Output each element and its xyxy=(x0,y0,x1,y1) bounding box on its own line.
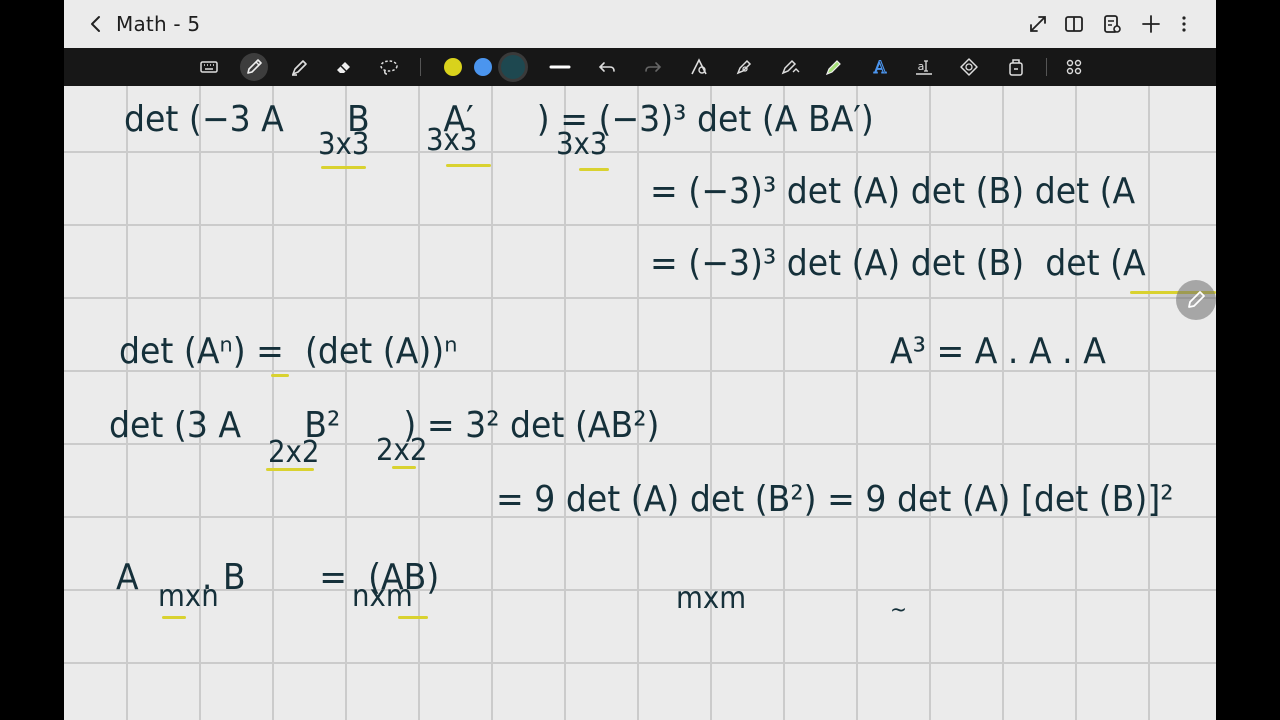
text-icon[interactable]: A xyxy=(868,55,892,79)
subscript-mxm: mxm xyxy=(676,581,747,616)
subscript-nxm: nxm xyxy=(352,579,413,614)
subscript-2x2-a: 2x2 xyxy=(268,435,320,470)
pen-icon[interactable] xyxy=(240,53,268,81)
subscript-3x3-a: 3x3 xyxy=(318,127,370,162)
pen-toolbar: A a xyxy=(64,48,1216,86)
color-teal-swatch-selected[interactable] xyxy=(501,55,525,79)
highlighter-icon[interactable] xyxy=(287,55,311,79)
add-page-icon[interactable] xyxy=(1139,12,1163,36)
image-icon[interactable] xyxy=(1004,55,1028,79)
expand-icon[interactable] xyxy=(1026,12,1050,36)
shape-icon[interactable] xyxy=(687,55,711,79)
note-app: Math - 5 A a det (−3 A B A′) = (−3)³ de… xyxy=(64,0,1216,720)
handwritten-line-7: = 9 det (A) det (B²) = 9 det (A) [det (B… xyxy=(496,479,1174,520)
subscript-3x3-c: 3x3 xyxy=(556,127,608,162)
color-blue-swatch[interactable] xyxy=(474,58,492,76)
highlight-underline xyxy=(271,374,289,377)
back-icon[interactable] xyxy=(82,10,110,38)
note-canvas[interactable]: det (−3 A B A′ ) = (−3)³ det (A BA′) 3x3… xyxy=(64,86,1216,720)
floating-pen-button[interactable] xyxy=(1176,280,1216,320)
more-options-icon[interactable] xyxy=(1172,12,1196,36)
page-settings-icon[interactable] xyxy=(1100,12,1124,36)
highlight-underline xyxy=(398,616,428,619)
toolbar-divider xyxy=(420,58,421,76)
highlight-underline xyxy=(579,168,609,171)
sticker-icon[interactable] xyxy=(957,55,981,79)
undo-icon[interactable] xyxy=(595,55,619,79)
highlight-underline xyxy=(162,616,186,619)
document-title[interactable]: Math - 5 xyxy=(116,12,200,36)
redo-icon[interactable] xyxy=(641,55,665,79)
book-view-icon[interactable] xyxy=(1062,12,1086,36)
handwritten-line-4: det (Aⁿ) = (det (A))ⁿ xyxy=(119,331,458,372)
title-bar: Math - 5 xyxy=(64,0,1216,48)
subscript-3x3-b: 3x3 xyxy=(426,123,478,158)
subscript-2x2-b: 2x2 xyxy=(376,433,428,468)
highlight-underline xyxy=(321,166,366,169)
color-yellow-swatch[interactable] xyxy=(444,58,462,76)
handwritten-line-5: A³ = A . A . A xyxy=(890,331,1106,372)
toolbar-divider-2 xyxy=(1046,58,1047,76)
pen-scribble: ~ xyxy=(890,598,907,623)
svg-text:a: a xyxy=(918,60,925,73)
svg-text:A: A xyxy=(873,58,887,78)
grid-menu-icon[interactable] xyxy=(1062,55,1086,79)
text-pen-icon[interactable] xyxy=(778,55,802,79)
subscript-mxn: mxn xyxy=(158,579,219,614)
line-icon[interactable] xyxy=(548,55,572,79)
pen-settings-icon[interactable] xyxy=(732,55,756,79)
handwritten-line-1: det (−3 A B A′ ) = (−3)³ det (A BA′) xyxy=(124,99,874,140)
handwritten-line-2: = (−3)³ det (A) det (B) det (A xyxy=(650,171,1136,212)
text-box-icon[interactable]: a xyxy=(912,55,936,79)
highlight-underline xyxy=(392,466,416,469)
highlight-underline xyxy=(446,164,491,167)
eraser-icon[interactable] xyxy=(332,55,356,79)
handwritten-line-3: = (−3)³ det (A) det (B) det (A xyxy=(650,243,1146,284)
lasso-icon[interactable] xyxy=(377,55,401,79)
highlight-underline xyxy=(266,468,314,471)
keyboard-icon[interactable] xyxy=(197,55,221,79)
color-pen-icon[interactable] xyxy=(822,55,846,79)
